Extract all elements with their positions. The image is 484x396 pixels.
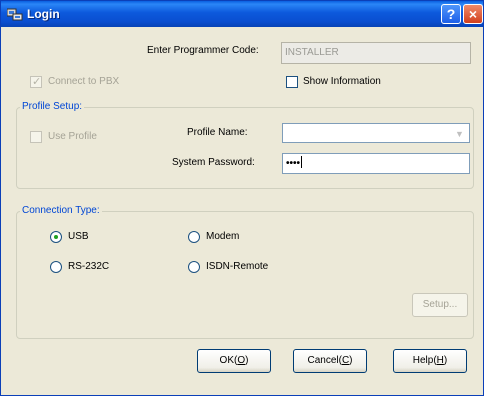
modem-label[interactable]: Modem	[206, 231, 239, 242]
help-button-label-end: )	[443, 355, 448, 366]
profile-name-label: Profile Name:	[187, 127, 248, 138]
text-cursor	[301, 156, 303, 168]
close-icon[interactable]: ×	[463, 4, 483, 24]
rs232c-radio[interactable]	[50, 261, 62, 273]
title-bar[interactable]: Login ? ×	[1, 1, 483, 27]
setup-button: Setup...	[412, 293, 468, 317]
usb-label[interactable]: USB	[68, 231, 89, 242]
connect-to-pbx-checkbox: ✓	[30, 76, 42, 88]
app-icon	[7, 8, 23, 21]
help-button-accesskey: H	[436, 355, 444, 366]
chevron-down-icon[interactable]: ▼	[451, 125, 468, 142]
login-dialog: Login ? × Enter Programmer Code: INSTALL…	[0, 0, 484, 396]
ok-button-label-end: )	[245, 355, 249, 366]
ok-button-accesskey: O	[237, 355, 246, 366]
check-icon: ✓	[32, 76, 42, 88]
show-information-label[interactable]: Show Information	[303, 76, 381, 87]
profile-setup-title: Profile Setup:	[20, 101, 85, 112]
rs232c-label[interactable]: RS-232C	[68, 261, 109, 272]
dialog-body: Enter Programmer Code: INSTALLER ✓ Conne…	[4, 27, 480, 387]
isdn-remote-radio[interactable]	[188, 261, 200, 273]
programmer-code-label: Enter Programmer Code:	[147, 45, 259, 56]
help-button-label: Help(	[412, 355, 437, 366]
radio-selected-dot	[54, 235, 58, 239]
ok-button-label: OK(	[219, 355, 238, 366]
help-button[interactable]: Help(H)	[393, 349, 467, 373]
connect-to-pbx-label: Connect to PBX	[48, 76, 120, 87]
cancel-button-label-end: )	[349, 355, 353, 366]
use-profile-checkbox	[30, 131, 42, 143]
help-icon[interactable]: ?	[441, 4, 461, 24]
window-title: Login	[27, 7, 60, 21]
connection-type-title: Connection Type:	[20, 205, 102, 216]
system-password-label: System Password:	[172, 157, 255, 168]
ok-button[interactable]: OK(O)	[197, 349, 271, 373]
cancel-button-label: Cancel(	[307, 355, 342, 366]
usb-radio[interactable]	[50, 231, 62, 243]
system-password-field[interactable]: ••••	[282, 153, 470, 174]
modem-radio[interactable]	[188, 231, 200, 243]
profile-name-combobox[interactable]: ▼	[282, 123, 470, 143]
use-profile-label: Use Profile	[48, 131, 97, 142]
profile-setup-group	[16, 107, 474, 189]
cancel-button[interactable]: Cancel(C)	[293, 349, 367, 373]
programmer-code-field: INSTALLER	[281, 42, 471, 64]
system-password-value: ••••	[286, 158, 301, 169]
isdn-remote-label[interactable]: ISDN-Remote	[206, 261, 268, 272]
show-information-checkbox[interactable]	[286, 76, 298, 88]
